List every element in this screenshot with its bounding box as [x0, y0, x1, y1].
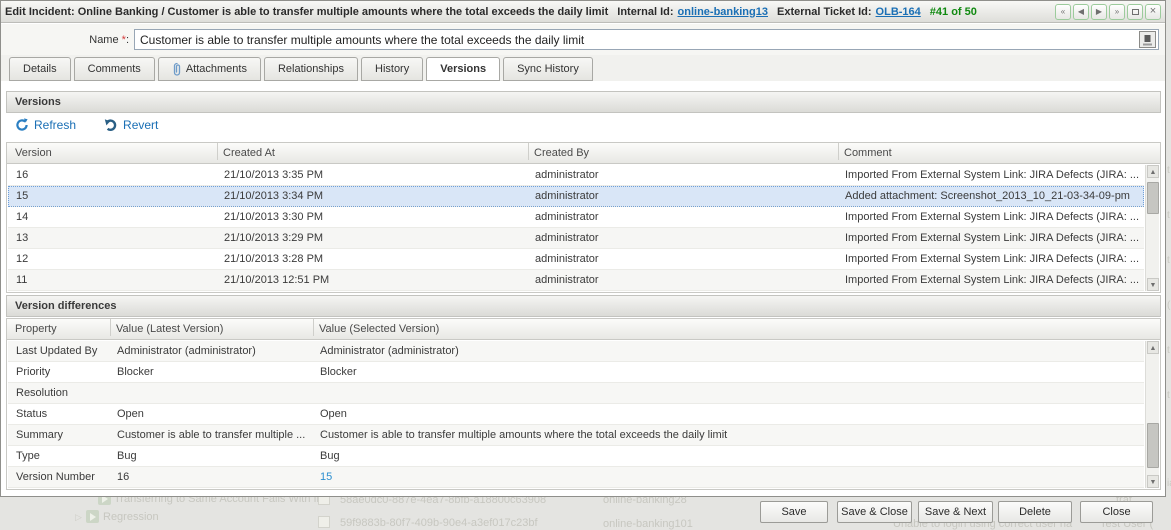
background-id: online-banking101: [603, 518, 693, 530]
versions-table-body: 16 21/10/2013 3:35 PM administrator Impo…: [8, 165, 1144, 291]
paperclip-icon: [172, 62, 182, 76]
scrollbar-thumb[interactable]: [1147, 423, 1159, 468]
first-record-button[interactable]: «: [1055, 4, 1071, 20]
scroll-up-arrow[interactable]: ▲: [1147, 165, 1159, 178]
background-edge-fragment: t: [1167, 390, 1170, 401]
background-hash: 59f9883b-80f7-409b-90e4-a3ef017c23bf: [340, 517, 538, 529]
table-row-selected[interactable]: 15 21/10/2013 3:34 PM administrator Adde…: [8, 186, 1144, 207]
table-row: Resolution: [8, 383, 1144, 404]
text-format-button[interactable]: [1139, 31, 1156, 48]
dialog-title: Edit Incident: Online Banking / Customer…: [5, 6, 608, 18]
tab-comments[interactable]: Comments: [74, 57, 155, 81]
selected-version-link[interactable]: 15: [320, 467, 1140, 488]
close-dialog-button[interactable]: ×: [1145, 4, 1161, 20]
text-format-icon: [1142, 34, 1153, 46]
version-differences-header: Version differences: [6, 295, 1161, 317]
table-row[interactable]: 11 21/10/2013 12:51 PM administrator Imp…: [8, 270, 1144, 291]
scroll-down-arrow[interactable]: ▼: [1147, 278, 1159, 291]
maximize-icon: [1132, 9, 1139, 15]
play-icon: [86, 510, 99, 523]
versions-table: Version Created At Created By Comment 16…: [6, 142, 1161, 293]
external-ticket-link[interactable]: OLB-164: [876, 6, 921, 18]
delete-button[interactable]: Delete: [998, 501, 1072, 523]
differences-table-body: Last Updated By Administrator (administr…: [8, 341, 1144, 488]
tab-strip: Details Comments Attachments Relationshi…: [1, 55, 1165, 81]
last-record-button[interactable]: »: [1109, 4, 1125, 20]
refresh-button[interactable]: Refresh: [15, 118, 76, 132]
table-row[interactable]: 16 21/10/2013 3:35 PM administrator Impo…: [8, 165, 1144, 186]
versions-table-header: Version Created At Created By Comment: [7, 143, 1160, 164]
table-row: Priority Blocker Blocker: [8, 362, 1144, 383]
table-row: Last Updated By Administrator (administr…: [8, 341, 1144, 362]
external-ticket-label: External Ticket Id:: [777, 6, 872, 18]
record-position: #41 of 50: [930, 6, 977, 18]
next-record-button[interactable]: ▶: [1091, 4, 1107, 20]
tab-relationships[interactable]: Relationships: [264, 57, 358, 81]
versions-toolbar: Refresh Revert: [15, 118, 158, 132]
edit-incident-dialog: Edit Incident: Online Banking / Customer…: [0, 0, 1166, 497]
save-and-close-button[interactable]: Save & Close: [837, 501, 912, 523]
revert-icon: [104, 118, 118, 132]
differences-table-header: Property Value (Latest Version) Value (S…: [7, 319, 1160, 340]
column-header-selected: Value (Selected Version): [319, 319, 1156, 340]
internal-id-link[interactable]: online-banking13: [678, 6, 768, 18]
name-input[interactable]: [134, 29, 1159, 50]
dialog-title-bar: Edit Incident: Online Banking / Customer…: [1, 1, 1165, 23]
background-edge-fragment: t: [1167, 165, 1170, 176]
table-row[interactable]: 14 21/10/2013 3:30 PM administrator Impo…: [8, 207, 1144, 228]
background-edge-fragment: t: [1167, 255, 1170, 266]
table-row: Status Open Open: [8, 404, 1144, 425]
table-row: Summary Customer is able to transfer mul…: [8, 425, 1144, 446]
differences-scrollbar[interactable]: ▲ ▼: [1145, 341, 1159, 488]
table-row[interactable]: 13 21/10/2013 3:29 PM administrator Impo…: [8, 228, 1144, 249]
close-button[interactable]: Close: [1080, 501, 1153, 523]
table-row: Type Bug Bug: [8, 446, 1144, 467]
previous-record-button[interactable]: ◀: [1073, 4, 1089, 20]
versions-section-header: Versions: [6, 91, 1161, 113]
background-edge-fragment: ia: [1167, 478, 1171, 489]
tab-details[interactable]: Details: [9, 57, 71, 81]
maximize-button[interactable]: [1127, 4, 1143, 20]
background-edge-fragment: t: [1167, 345, 1170, 356]
scroll-up-arrow[interactable]: ▲: [1147, 341, 1159, 354]
versions-scrollbar[interactable]: ▲ ▼: [1145, 165, 1159, 291]
tab-history[interactable]: History: [361, 57, 423, 81]
refresh-icon: [15, 118, 29, 132]
expander-icon: ▷: [75, 512, 82, 523]
dialog-nav-buttons: « ◀ ▶ » ×: [1055, 4, 1161, 20]
column-header-created-at: Created At: [223, 143, 523, 164]
scrollbar-thumb[interactable]: [1147, 182, 1159, 214]
table-row[interactable]: 12 21/10/2013 3:28 PM administrator Impo…: [8, 249, 1144, 270]
name-label: Name *:: [1, 34, 129, 46]
tab-versions[interactable]: Versions: [426, 57, 500, 81]
column-header-latest: Value (Latest Version): [116, 319, 312, 340]
column-header-version: Version: [15, 143, 215, 164]
background-edge-fragment: t: [1167, 210, 1170, 221]
column-header-created-by: Created By: [534, 143, 834, 164]
name-field-row: Name *:: [1, 24, 1165, 55]
save-button[interactable]: Save: [760, 501, 828, 523]
checkbox: [318, 516, 330, 528]
internal-id-label: Internal Id:: [617, 6, 673, 18]
tab-sync-history[interactable]: Sync History: [503, 57, 593, 81]
version-differences-table: Property Value (Latest Version) Value (S…: [6, 318, 1161, 490]
tab-attachments[interactable]: Attachments: [158, 57, 261, 81]
column-header-property: Property: [15, 319, 110, 340]
scroll-down-arrow[interactable]: ▼: [1147, 475, 1159, 488]
save-and-next-button[interactable]: Save & Next: [918, 501, 993, 523]
revert-button[interactable]: Revert: [104, 118, 158, 132]
column-header-comment: Comment: [844, 143, 1156, 164]
background-edge-fragment: (: [1167, 300, 1170, 311]
table-row: Version Number 16 15: [8, 467, 1144, 488]
background-tree-item: Regression: [103, 511, 159, 523]
